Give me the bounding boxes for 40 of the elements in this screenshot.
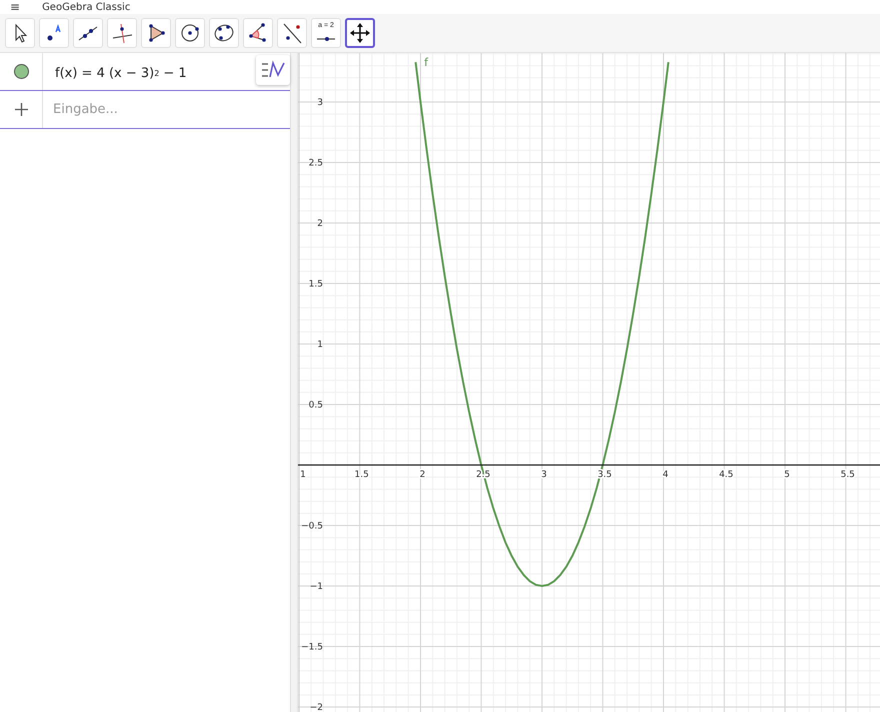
tick-label: 0.5	[308, 400, 323, 411]
tick-label: 4.5	[719, 470, 734, 480]
algebra-formula[interactable]: f(x) = 4 (x − 3)$^{2}$ − 1	[43, 53, 187, 90]
perpendicular-tool-icon	[110, 21, 134, 45]
tick-label: −1.5	[301, 642, 323, 653]
tick-label: 1.5	[354, 470, 369, 480]
line-tool-button[interactable]	[73, 18, 103, 48]
algebra-style-button[interactable]	[256, 55, 290, 85]
tick-label: 1.5	[308, 280, 323, 290]
tick-label: 2.5	[308, 158, 323, 168]
move-tool-button[interactable]	[5, 18, 35, 48]
slider-tool-icon	[316, 36, 336, 42]
graph-style-icon	[260, 60, 286, 80]
tick-label: 4	[662, 470, 668, 480]
conic-tool-button[interactable]	[209, 18, 239, 48]
tick-label: 2	[420, 470, 426, 480]
tick-label: 2	[317, 219, 323, 230]
tick-label: −0.5	[301, 522, 323, 532]
polygon-tool-button[interactable]	[141, 18, 171, 48]
pan-tool-button[interactable]	[345, 18, 375, 48]
visibility-toggle[interactable]	[14, 64, 28, 79]
menu-icon[interactable]: ≡	[10, 0, 20, 14]
tick-label: −2	[310, 703, 323, 712]
angle-tool-button[interactable]	[243, 18, 273, 48]
tick-label: −1	[310, 582, 323, 592]
plus-icon[interactable]	[14, 103, 28, 116]
tick-label: 1	[300, 470, 306, 480]
tick-label: 3	[541, 470, 547, 480]
point-tool-button[interactable]	[39, 18, 69, 48]
input-field[interactable]: Eingabe...	[43, 91, 290, 128]
reflect-tool-button[interactable]	[277, 18, 307, 48]
window-title: GeoGebra Classic	[42, 2, 130, 12]
function-label: f	[424, 56, 428, 69]
tick-label: 5.5	[840, 470, 855, 480]
tick-label: 1	[317, 340, 323, 350]
circle-tool-button[interactable]	[175, 18, 205, 48]
pan-tool-icon	[348, 21, 372, 45]
tick-label: 5	[784, 470, 790, 480]
tick-label: 3	[317, 98, 323, 108]
perpendicular-tool-button[interactable]	[107, 18, 137, 48]
